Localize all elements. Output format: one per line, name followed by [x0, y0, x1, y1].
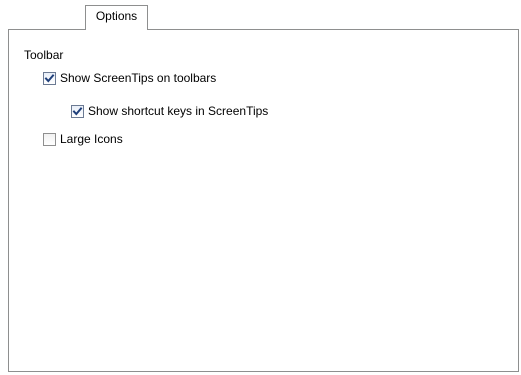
checkmark-icon	[44, 73, 55, 83]
show-screentips-option[interactable]: Show ScreenTips on toolbars	[43, 70, 216, 86]
show-screentips-label: Show ScreenTips on toolbars	[60, 71, 217, 85]
options-panel: Toolbar Show ScreenTips on toolbars Show…	[8, 29, 519, 372]
checkmark-icon	[72, 106, 83, 116]
large-icons-label: Large Icons	[60, 132, 123, 146]
show-shortcut-keys-option[interactable]: Show shortcut keys in ScreenTips	[71, 103, 268, 119]
toolbar-group-label: Toolbar	[24, 48, 64, 62]
show-shortcut-keys-label: Show shortcut keys in ScreenTips	[88, 104, 269, 118]
large-icons-checkbox[interactable]	[43, 132, 56, 146]
tab-options[interactable]: Options	[85, 5, 148, 30]
tab-strip: Options	[0, 0, 521, 30]
large-icons-option[interactable]: Large Icons	[43, 131, 123, 147]
show-shortcut-keys-checkbox[interactable]	[71, 104, 84, 118]
show-screentips-checkbox[interactable]	[43, 71, 56, 85]
tab-options-label: Options	[95, 9, 138, 23]
